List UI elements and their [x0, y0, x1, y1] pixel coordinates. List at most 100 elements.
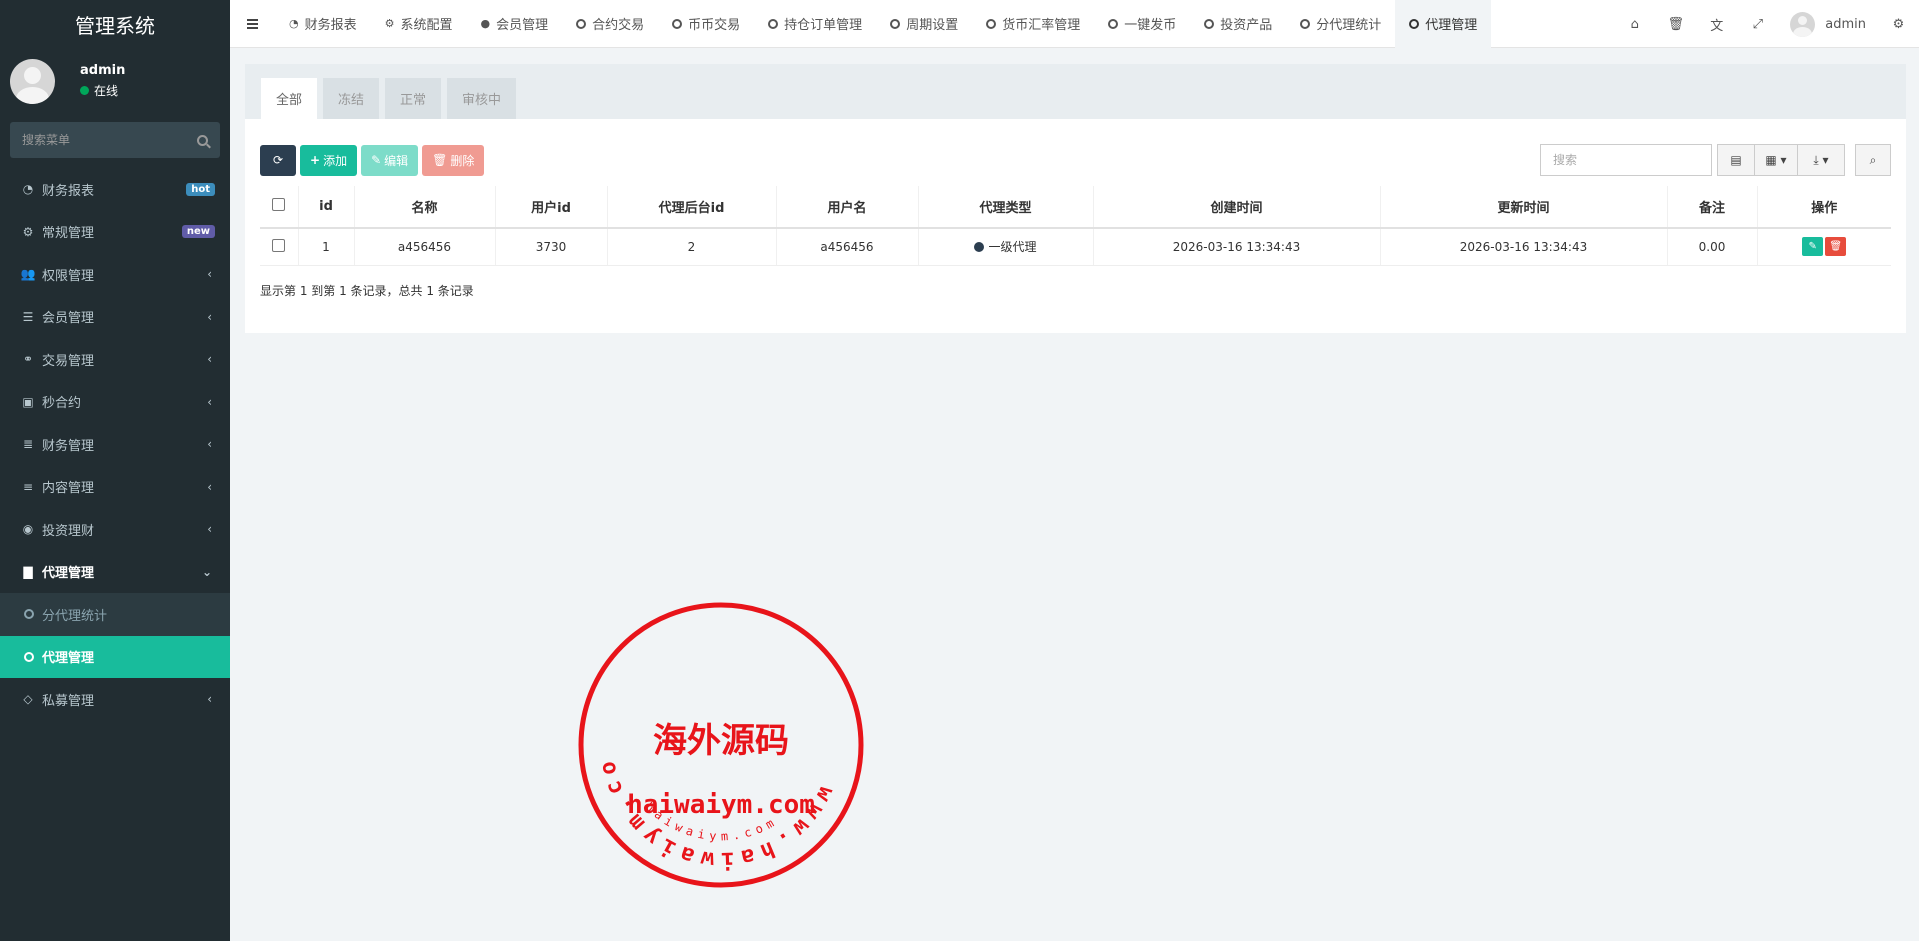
chevron-left-icon: ‹	[207, 479, 212, 494]
database-icon: ≣	[22, 437, 34, 452]
table-search-input[interactable]	[1540, 144, 1712, 176]
cell-created: 2026-03-16 13:34:43	[1093, 228, 1381, 266]
tab-exchange-rate[interactable]: 货币汇率管理	[972, 0, 1094, 48]
sidebar-item-content[interactable]: ≡ 内容管理 ‹	[0, 466, 230, 509]
table-icon: ▤	[1730, 153, 1742, 167]
tab-reviewing[interactable]: 审核中	[447, 78, 517, 119]
trash-icon[interactable]: 🗑	[1655, 0, 1696, 48]
sidebar-item-finance-report[interactable]: ◔ 财务报表 hot	[0, 168, 230, 211]
circle-icon	[1300, 18, 1311, 29]
advanced-search-button[interactable]: ⌕	[1855, 144, 1891, 176]
diamond-icon: ◇	[23, 692, 33, 707]
tab-contract-trade[interactable]: 合约交易	[562, 0, 658, 48]
sidebar-item-invest[interactable]: ◉ 投资理财 ‹	[0, 508, 230, 551]
column-header[interactable]: 名称	[354, 186, 496, 229]
tab-period-setting[interactable]: 周期设置	[876, 0, 972, 48]
row-edit-button[interactable]: ✎	[1802, 237, 1824, 257]
column-header[interactable]: 创建时间	[1093, 186, 1381, 229]
dashboard-icon: ◔	[289, 17, 299, 30]
tab-system-config[interactable]: ⚙ 系统配置	[371, 0, 467, 48]
chevron-left-icon: ‹	[207, 437, 212, 452]
add-button[interactable]: + 添加	[300, 144, 358, 176]
cogs-icon[interactable]: ⚙	[1878, 0, 1919, 48]
group-icon: 👥	[20, 267, 36, 282]
table-row[interactable]: 1 a456456 3730 2 a456456 一级代理 2026-03-16…	[260, 228, 1891, 266]
calendar-icon: ▣	[22, 394, 34, 409]
tab-member[interactable]: ● 会员管理	[467, 0, 563, 48]
row-delete-button[interactable]: 🗑	[1825, 237, 1847, 257]
tab-agent-manage[interactable]: 代理管理	[1395, 0, 1492, 48]
column-header[interactable]: 备注	[1667, 186, 1758, 229]
circle-icon	[890, 18, 901, 29]
home-icon[interactable]: ⌂	[1614, 0, 1655, 48]
tab-normal[interactable]: 正常	[385, 78, 442, 119]
chevron-down-icon: ⌄	[201, 564, 212, 579]
column-header[interactable]: 用户名	[776, 186, 919, 229]
sidebar-item-finance[interactable]: ≣ 财务管理 ‹	[0, 423, 230, 466]
language-icon[interactable]: 文	[1696, 0, 1737, 48]
chevron-left-icon: ‹	[207, 522, 212, 537]
user-status: 在线	[80, 82, 125, 99]
gear-icon: ⚙	[384, 17, 395, 30]
tab-issue-coin[interactable]: 一键发币	[1094, 0, 1190, 48]
user-menu-name: admin	[1825, 16, 1866, 32]
row-checkbox[interactable]	[272, 238, 286, 252]
cell-agent-type: 一级代理	[918, 228, 1094, 266]
sidebar-item-trade[interactable]: ⚭ 交易管理 ‹	[0, 338, 230, 381]
refresh-button[interactable]: ⟳	[260, 144, 296, 176]
tab-coin-trade[interactable]: 币币交易	[658, 0, 754, 48]
column-header[interactable]: 更新时间	[1380, 186, 1668, 229]
nav-right: ⌂ 🗑 文 ⤢ admin ⚙	[1614, 0, 1919, 48]
toggle-view-button[interactable]: ▤	[1717, 144, 1755, 176]
tab-all[interactable]: 全部	[261, 78, 318, 119]
sidebar-item-general[interactable]: ⚙ 常规管理 new	[0, 211, 230, 254]
edit-button[interactable]: ✎ 编辑	[361, 144, 419, 176]
circle-icon	[1409, 18, 1420, 29]
pagination-summary: 显示第 1 到第 1 条记录，总共 1 条记录	[260, 284, 474, 298]
sidebar-subitem-sub-agent-stats[interactable]: 分代理统计	[0, 593, 230, 636]
cell-username: a456456	[776, 228, 919, 266]
tab-invest-product[interactable]: 投资产品	[1190, 0, 1286, 48]
tab-frozen[interactable]: 冻结	[323, 78, 380, 119]
online-dot-icon	[80, 86, 89, 95]
agent-table: id 名称 用户id 代理后台id 用户名 代理类型 创建时间 更新时间 备注 …	[260, 186, 1891, 266]
tab-sub-agent-stats[interactable]: 分代理统计	[1286, 0, 1395, 48]
column-header[interactable]: 代理类型	[918, 186, 1094, 229]
columns-button[interactable]: ▦ ▾	[1754, 144, 1798, 176]
circle-icon	[986, 18, 997, 29]
column-header[interactable]: 用户id	[495, 186, 608, 229]
pencil-icon: ✎	[1808, 241, 1817, 253]
handshake-icon: ⚭	[22, 352, 34, 367]
compass-icon: ◉	[22, 522, 34, 537]
search-icon[interactable]	[197, 134, 208, 146]
sidebar-item-agent[interactable]: ▇ 代理管理 ⌄	[0, 551, 230, 594]
column-header[interactable]: id	[298, 186, 355, 229]
export-button[interactable]: ⤓ ▾	[1797, 144, 1845, 176]
sidebar-item-member[interactable]: ☰ 会员管理 ‹	[0, 296, 230, 339]
plus-icon: +	[310, 153, 321, 167]
top-nav: ◔ 财务报表 ⚙ 系统配置 ● 会员管理 合约交易 币币交易 持仓订单管理 周期设置 …	[230, 0, 1919, 48]
delete-button[interactable]: 🗑 删除	[422, 144, 485, 176]
cell-admin-id: 2	[607, 228, 777, 266]
sidebar-item-private-equity[interactable]: ◇ 私募管理 ‹	[0, 678, 230, 721]
refresh-icon: ⟳	[272, 153, 284, 167]
column-header[interactable]: 代理后台id	[607, 186, 777, 229]
cogs-icon: ⚙	[22, 224, 34, 239]
new-badge: new	[181, 225, 215, 239]
sidebar-menu: ◔ 财务报表 hot ⚙ 常规管理 new 👥 权限管理 ‹ ☰ 会员管理 ‹ …	[0, 168, 230, 721]
menu-search-input[interactable]	[22, 133, 197, 147]
chevron-left-icon: ‹	[207, 309, 212, 324]
hot-badge: hot	[186, 182, 215, 196]
fullscreen-icon[interactable]: ⤢	[1737, 0, 1778, 48]
list-icon: ☰	[22, 309, 34, 324]
app-logo[interactable]: 管理系统	[0, 0, 230, 48]
select-all-checkbox[interactable]	[272, 198, 286, 211]
sidebar-toggle-icon[interactable]	[230, 0, 275, 48]
sidebar-item-permission[interactable]: 👥 权限管理 ‹	[0, 253, 230, 296]
sidebar-item-second-contract[interactable]: ▣ 秒合约 ‹	[0, 381, 230, 424]
tab-position-order[interactable]: 持仓订单管理	[754, 0, 876, 48]
user-menu[interactable]: admin	[1778, 11, 1878, 37]
sidebar-subitem-agent-manage[interactable]: 代理管理	[0, 635, 230, 678]
briefcase-icon: ▇	[23, 564, 33, 579]
tab-finance-report[interactable]: ◔ 财务报表	[275, 0, 371, 48]
